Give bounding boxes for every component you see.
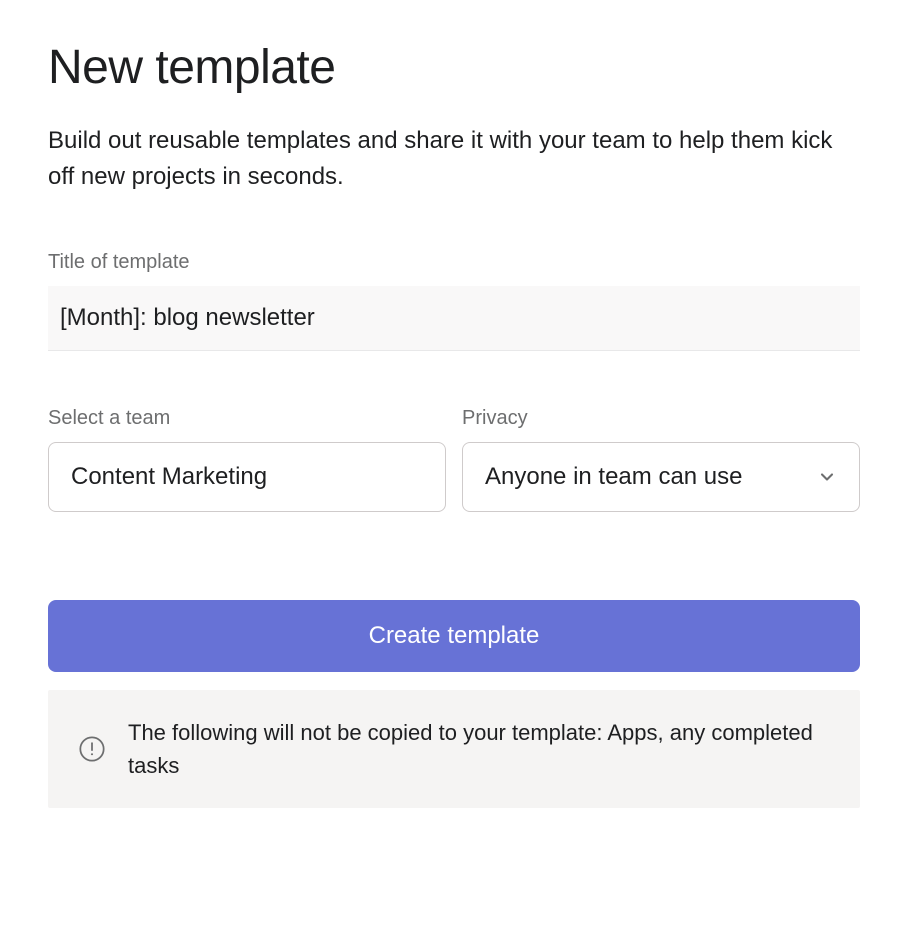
team-select[interactable]: Content Marketing [48,442,446,512]
template-title-input[interactable] [48,286,860,351]
privacy-field-group: Privacy Anyone in team can use [462,407,860,512]
privacy-select-value: Anyone in team can use [485,463,743,491]
title-field-group: Title of template [48,251,860,351]
page-title: New template [48,40,860,95]
create-template-button[interactable]: Create template [48,600,860,672]
title-label: Title of template [48,251,860,274]
info-banner: The following will not be copied to your… [48,690,860,808]
team-select-value: Content Marketing [71,463,267,491]
privacy-label: Privacy [462,407,860,430]
team-label: Select a team [48,407,446,430]
team-field-group: Select a team Content Marketing [48,407,446,512]
info-banner-text: The following will not be copied to your… [128,716,830,782]
chevron-down-icon [817,467,837,487]
info-icon [78,735,106,763]
select-row: Select a team Content Marketing Privacy … [48,407,860,512]
page-description: Build out reusable templates and share i… [48,123,860,195]
privacy-select[interactable]: Anyone in team can use [462,442,860,512]
